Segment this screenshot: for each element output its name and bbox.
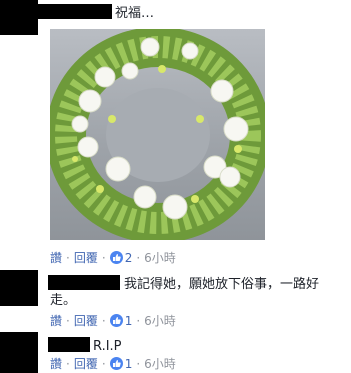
redacted-name-1: [38, 4, 112, 19]
timestamp-3[interactable]: 6小時: [144, 357, 176, 371]
flower-wreath-image[interactable]: [50, 29, 265, 240]
like-button-3[interactable]: 讚: [50, 357, 62, 371]
reply-button-1[interactable]: 回覆: [74, 251, 98, 265]
thumbs-up-icon: [109, 251, 123, 264]
like-button-2[interactable]: 讚: [50, 314, 62, 328]
comment-3-row: R.I.P: [48, 337, 122, 355]
like-count-3[interactable]: 1: [125, 357, 133, 371]
redacted-avatar-1: [0, 0, 38, 35]
reply-button-3[interactable]: 回覆: [74, 357, 98, 371]
redacted-avatar-3: [0, 332, 38, 373]
comment-actions-1: 讚 · 回覆 · 2 · 6小時: [50, 251, 176, 265]
like-count-2[interactable]: 1: [125, 314, 133, 328]
comment-text-1: 祝福…: [115, 6, 155, 21]
comment-text-3: R.I.P: [93, 339, 122, 354]
comment-text-2-line1: 我記得她，願她放下俗事，一路好: [124, 277, 320, 292]
like-button-1[interactable]: 讚: [50, 251, 62, 265]
thumbs-up-icon: [109, 357, 123, 370]
timestamp-2[interactable]: 6小時: [144, 314, 176, 328]
thumbs-up-icon: [109, 314, 123, 327]
comment-actions-3: 讚 · 回覆 · 1 · 6小時: [50, 357, 176, 371]
comment-text-2-line2: 走。: [50, 293, 77, 308]
redacted-avatar-2: [0, 270, 38, 306]
redacted-name-3: [48, 337, 90, 352]
reply-button-2[interactable]: 回覆: [74, 314, 98, 328]
redacted-name-2: [48, 275, 120, 290]
like-count-1[interactable]: 2: [125, 251, 133, 265]
comment-actions-2: 讚 · 回覆 · 1 · 6小時: [50, 314, 176, 328]
timestamp-1[interactable]: 6小時: [144, 251, 176, 265]
